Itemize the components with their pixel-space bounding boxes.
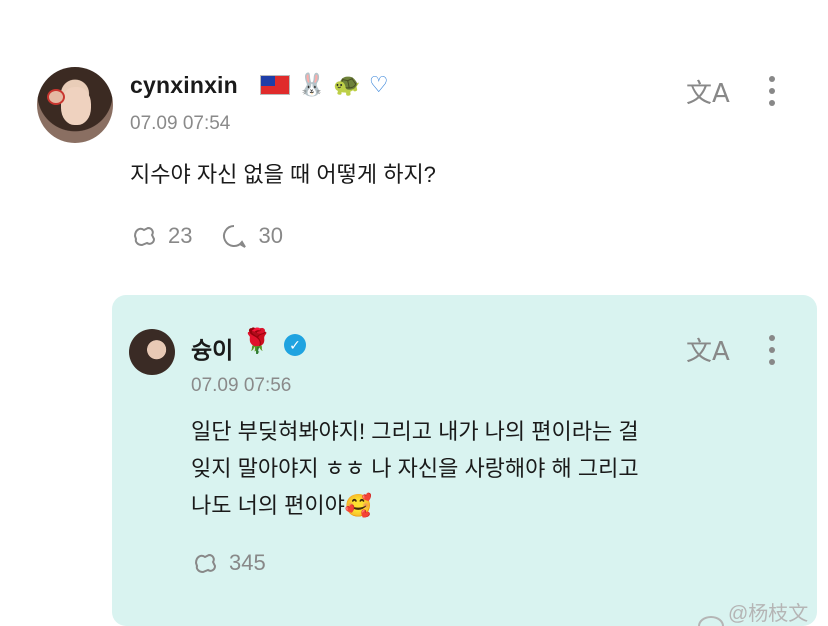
avatar-hand <box>47 89 65 105</box>
translate-icon[interactable]: 文A <box>686 73 730 110</box>
more-options-icon[interactable] <box>769 76 777 112</box>
reply-username[interactable]: 슝이 <box>191 331 233 365</box>
reply-avatar[interactable] <box>129 329 175 375</box>
main-post: cynxinxin 🐰 🐢 ♡ 07.09 07:54 지수야 자신 없을 때 … <box>0 0 828 290</box>
rabbit-emoji: 🐰 <box>298 72 326 97</box>
reply-text-line: 나도 너의 편이야🥰 <box>191 493 373 518</box>
reply-stats: 345 <box>191 549 294 577</box>
post-text: 지수야 자신 없을 때 어떻게 하지? <box>130 162 436 187</box>
heart-icon: ♡ <box>368 72 389 97</box>
weibo-logo-icon <box>698 616 724 626</box>
reply-stat[interactable]: 30 <box>220 222 283 250</box>
reply-text: 일단 부딪혀봐야지! 그리고 내가 나의 편이라는 걸 잊지 말아야지 ㅎㅎ 나… <box>191 413 791 524</box>
repost-icon <box>133 226 156 247</box>
reply-timestamp: 07.09 07:56 <box>191 375 292 396</box>
verified-badge-icon: ✓ <box>284 334 306 356</box>
repost-stat[interactable]: 23 <box>130 222 192 250</box>
rose-emoji: 🌹 <box>242 328 272 355</box>
reply-repost-stat[interactable]: 345 <box>191 549 266 577</box>
username[interactable]: cynxinxin <box>130 72 238 99</box>
watermark-text: @杨枝文暄 <box>727 603 809 625</box>
comment-icon <box>223 225 247 248</box>
reply-count: 30 <box>258 223 283 248</box>
reply-repost-count: 345 <box>229 550 266 575</box>
more-options-icon[interactable] <box>769 335 777 371</box>
username-badges: 🐰 🐢 ♡ <box>260 72 393 98</box>
flag-icon <box>260 75 290 95</box>
post-stats: 23 30 <box>130 222 311 250</box>
repost-count: 23 <box>168 223 193 248</box>
reply-card: 슝이 🌹 ✓ 07.09 07:56 일단 부딪혀봐야지! 그리고 내가 나의 … <box>112 295 817 626</box>
reply-text-line: 일단 부딪혀봐야지! 그리고 내가 나의 편이라는 걸 <box>191 419 639 444</box>
post-timestamp: 07.09 07:54 <box>130 113 231 134</box>
repost-icon <box>194 553 217 574</box>
turtle-emoji: 🐢 <box>333 72 361 97</box>
avatar-face <box>61 87 91 125</box>
avatar[interactable] <box>37 67 113 143</box>
watermark: @杨枝文暄 <box>698 597 828 626</box>
translate-icon[interactable]: 文A <box>686 331 730 368</box>
reply-text-line: 잊지 말아야지 ㅎㅎ 나 자신을 사랑해야 해 그리고 <box>191 456 639 481</box>
